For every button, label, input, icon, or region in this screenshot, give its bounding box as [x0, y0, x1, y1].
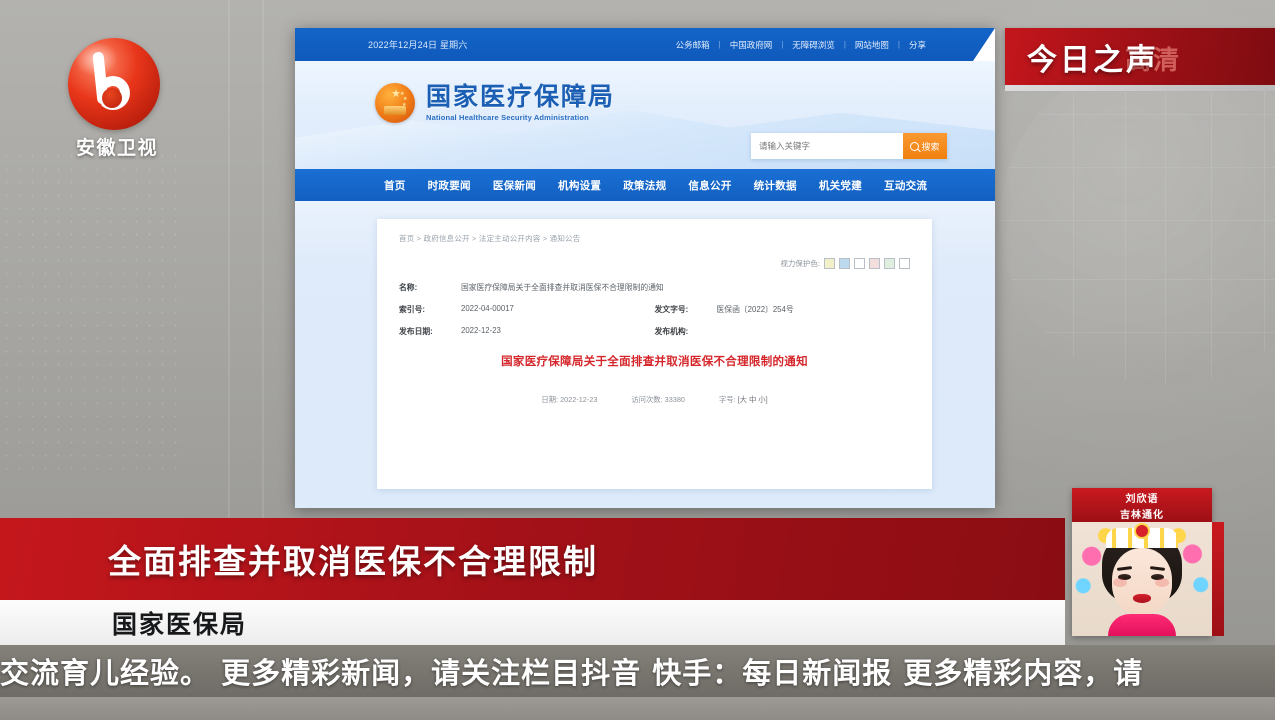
table-row: 发布日期: 2022-12-23 发布机构:: [399, 326, 910, 337]
nav-item-party[interactable]: 机关党建: [808, 178, 873, 193]
reporter-card: 刘欣语 吉林通化: [1072, 488, 1224, 636]
eye-protect-swatch[interactable]: [869, 258, 880, 269]
eye-protect-colors[interactable]: 视力保护色:: [399, 258, 910, 269]
topbar-link-gov[interactable]: 中国政府网: [721, 39, 782, 51]
nav-item-home[interactable]: 首页: [373, 178, 417, 193]
eye-protect-swatch[interactable]: [884, 258, 895, 269]
article-visits-value: 33380: [664, 395, 685, 404]
topbar-link-accessibility[interactable]: 无障碍浏览: [783, 39, 844, 51]
meta-key-publisher: 发布机构:: [654, 327, 689, 336]
ticker-text: 妈交流育儿经验。 更多精彩新闻，请关注栏目抖音 快手：每日新闻报 更多精彩内容，…: [0, 656, 1144, 690]
program-title: 今日之声: [1027, 42, 1159, 78]
national-emblem-icon: ★★★ ★★: [375, 83, 415, 123]
table-row: 名称: 国家医疗保障局关于全面排查并取消医保不合理限制的通知: [399, 282, 910, 293]
news-ticker: 妈交流育儿经验。 更多精彩新闻，请关注栏目抖音 快手：每日新闻报 更多精彩内容，…: [0, 645, 1275, 697]
nav-item-politics[interactable]: 时政要闻: [417, 178, 482, 193]
site-search[interactable]: 搜索: [751, 133, 947, 159]
eye-protect-swatch[interactable]: [824, 258, 835, 269]
reporter-card-tab: [1212, 522, 1224, 636]
nav-item-interaction[interactable]: 互动交流: [873, 178, 938, 193]
meta-key-name: 名称:: [399, 283, 418, 292]
program-banner: 高清 今日之声: [1005, 28, 1275, 91]
search-input[interactable]: [751, 133, 903, 159]
article-card: 首页 > 政府信息公开 > 法定主动公开内容 > 通知公告 视力保护色: 名称:…: [377, 219, 932, 489]
subhead-text: 国家医保局: [112, 610, 248, 639]
site-title-en: National Healthcare Security Administrat…: [426, 113, 589, 123]
nav-item-organization[interactable]: 机构设置: [547, 178, 612, 193]
article-date: 日期: 2022-12-23: [541, 395, 597, 405]
eye-protect-swatch[interactable]: [899, 258, 910, 269]
government-website-screenshot: 2022年12月24日 星期六 公务邮箱 | 中国政府网 | 无障碍浏览 | 网…: [295, 28, 995, 508]
channel-logo: 安徽卫视: [68, 38, 166, 159]
meta-value-index: 2022-04-00017: [461, 304, 514, 313]
nav-item-statistics[interactable]: 统计数据: [743, 178, 808, 193]
breadcrumb[interactable]: 首页 > 政府信息公开 > 法定主动公开内容 > 通知公告: [399, 233, 910, 244]
article-info-row: 日期: 2022-12-23 访问次数: 33380 字号: [大 中 小]: [399, 395, 910, 405]
meta-key-index: 索引号:: [399, 305, 425, 314]
topbar-link-sitemap[interactable]: 网站地图: [846, 39, 898, 51]
backdrop-globe: [1000, 55, 1275, 385]
site-title-block: 国家医疗保障局 National Healthcare Security Adm…: [426, 81, 616, 123]
search-icon: [910, 141, 920, 151]
search-button-label: 搜索: [921, 141, 940, 152]
channel-name: 安徽卫视: [75, 137, 158, 159]
topbar-link-share[interactable]: 分享: [900, 39, 935, 51]
meta-value-publishdate: 2022-12-23: [461, 326, 501, 335]
article-visits-label: 访问次数:: [631, 395, 663, 404]
article-fontsize[interactable]: 字号: [大 中 小]: [719, 395, 768, 405]
meta-value-docnumber: 医保函〔2022〕254号: [716, 305, 794, 314]
bottom-bar: [0, 697, 1275, 720]
nav-item-news[interactable]: 医保新闻: [482, 178, 547, 193]
reporter-avatar: [1072, 522, 1212, 636]
lower-third-headline-bar: 全面排查并取消医保不合理限制: [0, 518, 1065, 600]
eye-protect-swatch[interactable]: [854, 258, 865, 269]
anhui-tv-logo-icon: [68, 38, 160, 130]
document-meta-table: 名称: 国家医疗保障局关于全面排查并取消医保不合理限制的通知 索引号: 2022…: [399, 282, 910, 337]
reporter-location: 吉林通化: [1120, 509, 1164, 521]
eye-protect-label: 视力保护色:: [780, 259, 820, 268]
program-banner-strip: [1005, 85, 1275, 91]
meta-value-publisher: [717, 326, 911, 337]
topbar-links: 公务邮箱 | 中国政府网 | 无障碍浏览 | 网站地图 | 分享: [667, 39, 935, 51]
table-row: 索引号: 2022-04-00017 发文字号: 医保函〔2022〕254号: [399, 304, 910, 315]
headline-text: 全面排查并取消医保不合理限制: [108, 542, 598, 581]
meta-cell: 2022-04-00017: [461, 304, 655, 315]
site-topbar: 2022年12月24日 星期六 公务邮箱 | 中国政府网 | 无障碍浏览 | 网…: [295, 28, 995, 61]
article-date-label: 日期:: [541, 395, 559, 404]
meta-key-publishdate: 发布日期:: [399, 327, 433, 336]
article-fontsize-label: 字号:: [718, 395, 736, 404]
article-date-value: 2022-12-23: [560, 395, 598, 404]
site-masthead: ★★★ ★★ 国家医疗保障局 National Healthcare Secur…: [295, 61, 995, 169]
article-visits: 访问次数: 33380: [631, 395, 685, 405]
meta-key-docnumber: 发文字号:: [654, 305, 689, 314]
site-brand[interactable]: ★★★ ★★ 国家医疗保障局 National Healthcare Secur…: [375, 83, 615, 123]
backdrop-dot-grid: [0, 150, 180, 480]
nav-item-disclosure[interactable]: 信息公开: [677, 178, 742, 193]
reporter-name: 刘欣语: [1125, 493, 1159, 505]
search-button[interactable]: 搜索: [903, 133, 947, 159]
article-title: 国家医疗保障局关于全面排查并取消医保不合理限制的通知: [501, 356, 808, 368]
topbar-link-email[interactable]: 公务邮箱: [667, 39, 719, 51]
lower-third-subhead-bar: 国家医保局: [0, 600, 1065, 646]
opera-portrait-icon: [1072, 522, 1212, 636]
site-navigation[interactable]: 首页 时政要闻 医保新闻 机构设置 政策法规 信息公开 统计数据 机关党建 互动…: [295, 169, 995, 201]
eye-protect-swatch[interactable]: [839, 258, 850, 269]
site-title-cn: 国家医疗保障局: [426, 81, 616, 111]
nav-item-policy[interactable]: 政策法规: [612, 178, 677, 193]
article-fontsize-options[interactable]: [大 中 小]: [738, 395, 768, 404]
topbar-date: 2022年12月24日 星期六: [368, 40, 468, 50]
reporter-card-title: 刘欣语 吉林通化: [1072, 488, 1212, 522]
meta-value-name: 国家医疗保障局关于全面排查并取消医保不合理限制的通知: [461, 283, 664, 292]
meta-cell: 2022-12-23: [461, 326, 655, 337]
page-content-band: 首页 > 政府信息公开 > 法定主动公开内容 > 通知公告 视力保护色: 名称:…: [295, 201, 995, 508]
